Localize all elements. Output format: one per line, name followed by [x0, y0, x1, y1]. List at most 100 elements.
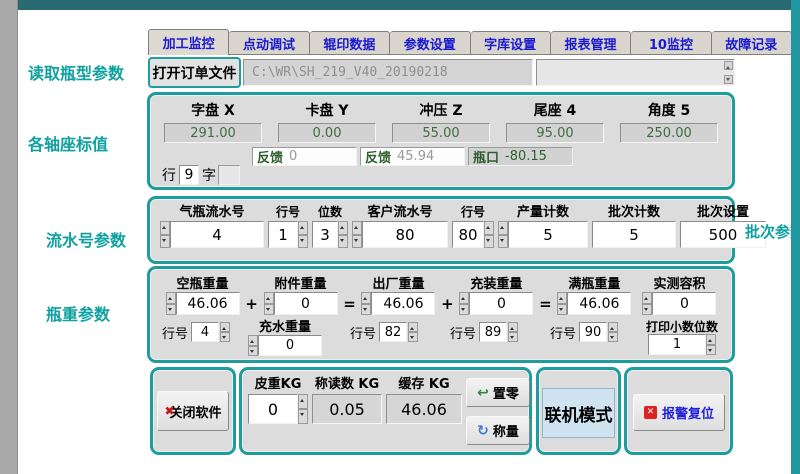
- spinner-up-icon[interactable]: [508, 322, 518, 332]
- tab-report-management[interactable]: 报表管理: [551, 31, 631, 55]
- spinner-down-icon[interactable]: [166, 304, 176, 316]
- rowno4-spinner[interactable]: [608, 322, 618, 342]
- spinner-up-icon[interactable]: [557, 292, 567, 304]
- spinner-up-icon[interactable]: [166, 292, 176, 304]
- bottle-serial-input[interactable]: [170, 221, 264, 248]
- tab-parameter-settings[interactable]: 参数设置: [390, 31, 470, 55]
- spinner-down-icon[interactable]: [361, 304, 371, 316]
- spinner-down-icon[interactable]: [264, 304, 274, 316]
- factory-weight-input[interactable]: [371, 292, 435, 315]
- fill-weight-spinner[interactable]: [459, 292, 469, 315]
- output-count-input[interactable]: [508, 221, 588, 248]
- spinner-down-icon[interactable]: [352, 235, 362, 249]
- spinner-up-icon[interactable]: [338, 221, 348, 235]
- spinner-down-icon[interactable]: [220, 332, 230, 342]
- spinner-down-icon[interactable]: [608, 332, 618, 342]
- rowno1-spinner[interactable]: [220, 322, 230, 342]
- empty-weight-spinner[interactable]: [166, 292, 176, 315]
- bottle-serial-spinner[interactable]: [160, 221, 170, 248]
- rowno3-spinner[interactable]: [508, 322, 518, 342]
- tab-machining-monitor[interactable]: 加工监控: [148, 29, 229, 55]
- spinner-down-icon[interactable]: [557, 304, 567, 316]
- online-mode-button[interactable]: 联机模式: [542, 388, 615, 438]
- customer-serial-spinner[interactable]: [352, 221, 362, 248]
- serial-row1-input[interactable]: [268, 221, 298, 248]
- tab-fault-log[interactable]: 故障记录: [712, 31, 792, 55]
- rowno4-input[interactable]: [579, 322, 607, 342]
- print-decimals-input[interactable]: [648, 334, 706, 355]
- water-weight-input[interactable]: [258, 335, 322, 356]
- spinner-down-icon[interactable]: [248, 346, 258, 357]
- spinner-up-icon[interactable]: [608, 322, 618, 332]
- rowno2-input[interactable]: [379, 322, 407, 342]
- customer-serial-input[interactable]: [362, 221, 448, 248]
- measured-volume-spinner[interactable]: [642, 292, 652, 315]
- measured-volume-input[interactable]: [652, 292, 716, 315]
- serial-row2-input[interactable]: [452, 221, 484, 248]
- full-weight-input[interactable]: [567, 292, 631, 315]
- spinner-down-icon[interactable]: [160, 235, 170, 249]
- spinner-up-icon[interactable]: [264, 292, 274, 304]
- spinner-up-icon[interactable]: [298, 394, 308, 409]
- tab-font-library[interactable]: 字库设置: [471, 31, 551, 55]
- attachment-weight-spinner[interactable]: [264, 292, 274, 315]
- spinner-down-icon[interactable]: [706, 345, 716, 356]
- row-number-input[interactable]: [179, 165, 199, 185]
- close-software-button[interactable]: ✖ 关闭软件: [157, 391, 229, 431]
- row-char-line: 行 字: [162, 165, 240, 185]
- spinner-down-icon[interactable]: [508, 332, 518, 342]
- spinner-up-icon[interactable]: [352, 221, 362, 235]
- order-file-path-field[interactable]: C:\WR\SH_219_V40_20190218: [243, 59, 533, 86]
- attachment-weight-input[interactable]: [274, 292, 338, 315]
- scroll-up-icon[interactable]: [724, 61, 733, 70]
- serial-row2-spinner[interactable]: [484, 221, 494, 248]
- spinner-down-icon[interactable]: [642, 304, 652, 316]
- spinner-up-icon[interactable]: [642, 292, 652, 304]
- spinner-up-icon[interactable]: [248, 335, 258, 346]
- full-weight-spinner[interactable]: [557, 292, 567, 315]
- spinner-up-icon[interactable]: [361, 292, 371, 304]
- spinner-up-icon[interactable]: [484, 221, 494, 235]
- spinner-up-icon[interactable]: [459, 292, 469, 304]
- spinner-up-icon[interactable]: [498, 221, 508, 235]
- spinner-up-icon[interactable]: [220, 322, 230, 332]
- tab-jog-debug[interactable]: 点动调试: [229, 31, 309, 55]
- output-count-spinner[interactable]: [498, 221, 508, 248]
- spinner-down-icon[interactable]: [338, 235, 348, 249]
- batch-count-input[interactable]: [592, 221, 676, 248]
- order-file-listbox[interactable]: [536, 59, 735, 86]
- spinner-up-icon[interactable]: [408, 322, 418, 332]
- open-order-file-button[interactable]: 打开订单文件: [148, 57, 241, 88]
- spinner-down-icon[interactable]: [459, 304, 469, 316]
- digits-input[interactable]: [312, 221, 338, 248]
- spinner-down-icon[interactable]: [408, 332, 418, 342]
- rowno2-spinner[interactable]: [408, 322, 418, 342]
- rowno1-input[interactable]: [191, 322, 219, 342]
- char-input[interactable]: [218, 165, 240, 185]
- spinner-down-icon[interactable]: [298, 409, 308, 424]
- spinner-down-icon[interactable]: [498, 235, 508, 249]
- alarm-reset-button[interactable]: ✕ 报警复位: [633, 394, 725, 431]
- spinner-up-icon[interactable]: [160, 221, 170, 235]
- tab-io-monitor[interactable]: 10监控: [631, 31, 711, 55]
- empty-weight-input[interactable]: [176, 292, 240, 315]
- spinner-up-icon[interactable]: [298, 221, 308, 235]
- factory-weight-spinner[interactable]: [361, 292, 371, 315]
- serial-row1-spinner[interactable]: [298, 221, 308, 248]
- empty-weight-label: 空瓶重量: [160, 273, 245, 292]
- tare-input[interactable]: [248, 394, 298, 424]
- spinner-up-icon[interactable]: [706, 334, 716, 345]
- weigh-button[interactable]: ↻ 称量: [466, 416, 530, 445]
- zero-button[interactable]: ↩ 置零: [466, 378, 530, 407]
- water-weight-spinner[interactable]: [248, 335, 258, 356]
- rowno3-input[interactable]: [479, 322, 507, 342]
- tab-roll-print-data[interactable]: 辊印数据: [310, 31, 390, 55]
- spinner-down-icon[interactable]: [298, 235, 308, 249]
- scroll-down-icon[interactable]: [724, 75, 733, 84]
- factory-weight-label: 出厂重量: [356, 273, 441, 292]
- tare-spinner[interactable]: [298, 394, 308, 424]
- spinner-down-icon[interactable]: [484, 235, 494, 249]
- print-decimals-spinner[interactable]: [706, 334, 716, 355]
- fill-weight-input[interactable]: [469, 292, 533, 315]
- digits-spinner[interactable]: [338, 221, 348, 248]
